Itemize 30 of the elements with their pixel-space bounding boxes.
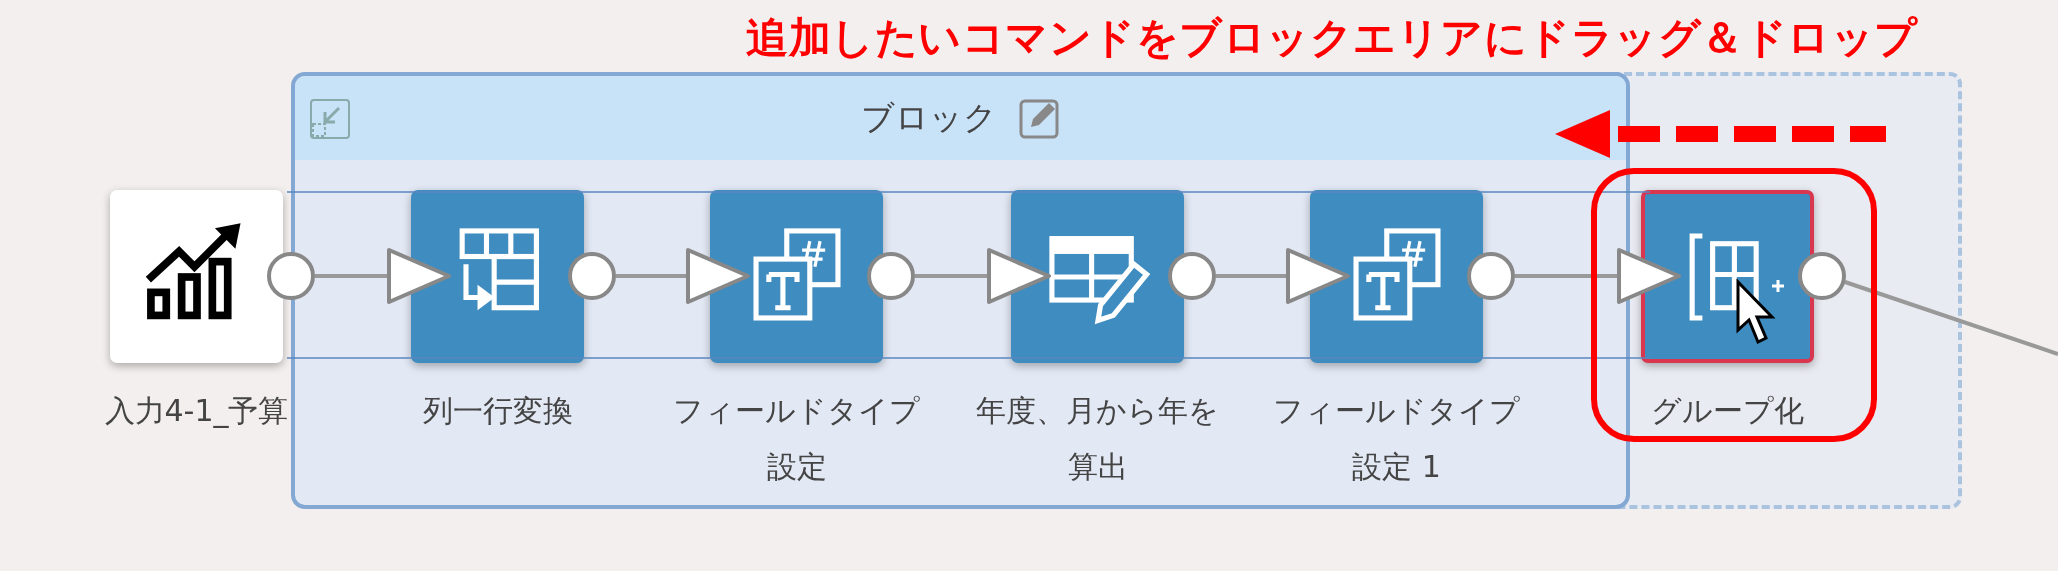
input-port-icon[interactable] (387, 248, 451, 304)
input-port-icon[interactable] (987, 248, 1051, 304)
node-label: フィールドタイプ設定 (672, 392, 921, 486)
group-icon (1689, 233, 1759, 320)
input-port-icon[interactable] (686, 248, 750, 304)
connector-line (1216, 274, 1288, 278)
command-node[interactable] (710, 190, 883, 363)
command-node[interactable] (110, 190, 283, 363)
field-type-icon (753, 227, 840, 320)
table-edit-icon (1048, 235, 1150, 324)
node-label: 年度、月から年を算出 (975, 392, 1220, 486)
edit-icon[interactable] (1018, 97, 1061, 139)
node-label: グループ化 (1650, 392, 1805, 430)
cursor-icon (1736, 278, 1786, 345)
pivot-table-icon (459, 227, 539, 310)
block-title: ブロック (860, 96, 997, 139)
input-port-icon[interactable] (1617, 248, 1681, 304)
collapse-icon[interactable] (309, 98, 351, 140)
node-label: 入力4-1_予算 (103, 392, 290, 430)
node-label: フィールドタイプ設定 1 (1272, 392, 1521, 486)
command-node[interactable] (411, 190, 584, 363)
annotation-text: 追加したいコマンドをブロックエリアにドラッグ＆ドロップ (746, 12, 1918, 64)
command-node[interactable] (1641, 190, 1814, 363)
command-node[interactable] (1310, 190, 1483, 363)
field-type-icon (1353, 227, 1440, 320)
input-port-icon[interactable] (1286, 248, 1350, 304)
command-node[interactable] (1011, 190, 1184, 363)
connector-line (616, 274, 688, 278)
node-label: 列一行変換 (421, 392, 574, 430)
chart-icon (145, 222, 240, 319)
